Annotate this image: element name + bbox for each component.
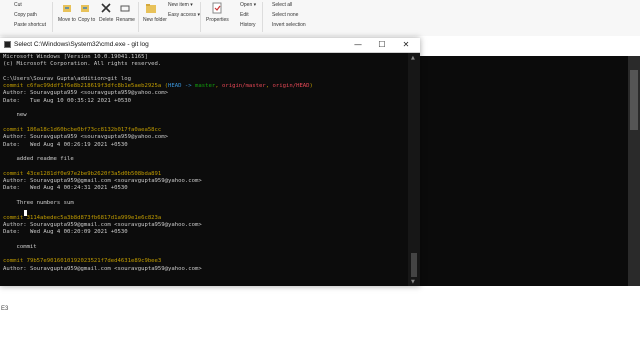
close-button[interactable]: ✕ xyxy=(396,39,416,51)
mouse-cursor-icon xyxy=(24,210,27,216)
ribbon-divider xyxy=(138,2,139,32)
delete-icon xyxy=(101,3,111,13)
head-ref: HEAD -> xyxy=(168,83,195,90)
commit-date: Wed Aug 4 00:20:09 2021 +0530 xyxy=(29,229,128,236)
select-none-button[interactable]: Select none xyxy=(272,12,298,18)
move-to-button[interactable]: Move to xyxy=(58,17,76,23)
terminal-output[interactable]: Microsoft Windows [Version 10.0.19041.11… xyxy=(3,54,405,284)
date-label: Date: xyxy=(3,185,30,192)
paste-shortcut-button[interactable]: Paste shortcut xyxy=(14,22,46,28)
commit-hash: 79b57e9016010192023521f7ded4631e89c9bee3 xyxy=(26,258,162,265)
author-label: Author: xyxy=(3,90,30,97)
commit-author: Souravgupta959@gmail.com <souravgupta959… xyxy=(29,265,202,272)
commit-date: Tue Aug 10 00:35:12 2021 +0530 xyxy=(29,97,131,104)
background-scrollbar-thumb[interactable] xyxy=(630,70,638,130)
move-to-icon xyxy=(63,5,71,12)
invert-selection-button[interactable]: Invert selection xyxy=(272,22,306,28)
commit-line: commit 43ce1281df0e97e2be9b2620f3a5d0b50… xyxy=(3,171,161,177)
commit-author: Souravgupta959@gmail.com <souravgupta959… xyxy=(29,178,202,185)
commit-message: added readme file xyxy=(3,156,74,163)
properties-button[interactable]: Properties xyxy=(206,17,229,23)
commit-hash: 43ce1281df0e97e2be9b2620f3a5d0b508bda891 xyxy=(26,170,162,177)
explorer-ribbon: Cut Copy path Paste shortcut Move to Cop… xyxy=(0,0,640,37)
commit-message: Three numbers sum xyxy=(3,199,74,206)
branch-origin-head: origin/HEAD xyxy=(272,83,310,90)
author-label: Author: xyxy=(3,265,30,272)
new-item-button[interactable]: New item ▾ xyxy=(168,2,193,8)
author-label: Author: xyxy=(3,221,30,228)
copy-path-button[interactable]: Copy path xyxy=(14,12,37,18)
ribbon-divider xyxy=(262,2,263,32)
ribbon-divider xyxy=(200,2,201,32)
cmd-titlebar[interactable]: Select C:\Windows\System32\cmd.exe - git… xyxy=(0,38,420,53)
background-window-titlebar xyxy=(418,38,640,57)
cut-button[interactable]: Cut xyxy=(14,2,22,8)
commit-hash: 186a18c1d60bcbe0bf73cc8132b017fa0aea58cc xyxy=(26,126,162,133)
commit-author: Souravgupta959 <souravgupta959@yahoo.com… xyxy=(29,134,169,141)
commit-author: Souravgupta959 <souravgupta959@yahoo.com… xyxy=(29,90,169,97)
commit-message: commit xyxy=(3,243,37,250)
command-prompt: C:\Users\Sourav Gupta\addition>git log xyxy=(3,75,131,82)
rename-button[interactable]: Rename xyxy=(116,17,135,23)
open-button[interactable]: Open ▾ xyxy=(240,2,256,8)
banner-version: Microsoft Windows [Version 10.0.19041.11… xyxy=(3,54,148,60)
easy-access-button[interactable]: Easy access ▾ xyxy=(168,12,200,18)
commit-hash: 3114abedec5a3b8d873fb6817d1a999e1e6c823a xyxy=(26,214,162,221)
commit-date: Wed Aug 4 00:24:31 2021 +0530 xyxy=(29,185,128,192)
history-button[interactable]: History xyxy=(240,22,256,28)
cmd-scrollbar[interactable]: ▲ ▼ xyxy=(408,53,420,286)
scroll-down-icon[interactable]: ▼ xyxy=(411,279,415,285)
maximize-button[interactable]: ☐ xyxy=(372,39,392,51)
commit-keyword: commit xyxy=(3,126,27,133)
commit-line: commit 79b57e9016010192023521f7ded4631e8… xyxy=(3,258,161,264)
commit-author: Souravgupta959@gmail.com <souravgupta959… xyxy=(29,221,202,228)
cmd-app-icon xyxy=(4,41,11,48)
commit-line: commit c6fac99ddf1f6e8b218619f3dfc8b1e5a… xyxy=(3,83,313,89)
commit-keyword: commit xyxy=(3,170,27,177)
new-folder-label-1[interactable]: New folder xyxy=(143,17,167,23)
rename-icon xyxy=(120,5,130,12)
author-label: Author: xyxy=(3,134,30,141)
copy-to-button[interactable]: Copy to xyxy=(78,17,95,23)
ref-sep: , xyxy=(265,83,273,90)
stray-text: E3 xyxy=(1,306,9,312)
scroll-up-icon[interactable]: ▲ xyxy=(411,55,415,61)
branch-origin-master: origin/master xyxy=(221,83,266,90)
background-terminal-pane xyxy=(418,56,640,286)
properties-icon xyxy=(212,2,222,14)
banner-copyright: (c) Microsoft Corporation. All rights re… xyxy=(3,61,162,68)
commit-line: commit 186a18c1d60bcbe0bf73cc8132b017fa0… xyxy=(3,127,161,133)
ref-sep: , xyxy=(215,83,222,90)
cmd-window[interactable]: Select C:\Windows\System32\cmd.exe - git… xyxy=(0,38,420,286)
copy-to-icon xyxy=(81,5,89,12)
commit-date: Wed Aug 4 00:26:19 2021 +0530 xyxy=(29,141,128,148)
commit-message: new xyxy=(3,112,27,119)
ribbon-divider xyxy=(52,2,53,32)
commit-keyword: commit xyxy=(3,258,27,265)
branch-master: master xyxy=(195,83,216,90)
paren: ) xyxy=(309,83,313,90)
edit-button[interactable]: Edit xyxy=(240,12,249,18)
window-title: Select C:\Windows\System32\cmd.exe - git… xyxy=(14,41,149,48)
cmd-scrollbar-thumb[interactable] xyxy=(411,253,417,277)
date-label: Date: xyxy=(3,229,30,236)
author-label: Author: xyxy=(3,178,30,185)
new-folder-icon xyxy=(146,4,156,13)
delete-button[interactable]: Delete xyxy=(99,17,113,23)
date-label: Date: xyxy=(3,141,30,148)
minimize-button[interactable]: — xyxy=(348,39,368,51)
commit-hash: c6fac99ddf1f6e8b218619f3dfc8b1e5aeb2925a xyxy=(26,83,162,90)
date-label: Date: xyxy=(3,97,30,104)
commit-keyword: commit xyxy=(3,83,27,90)
select-all-button[interactable]: Select all xyxy=(272,2,292,8)
